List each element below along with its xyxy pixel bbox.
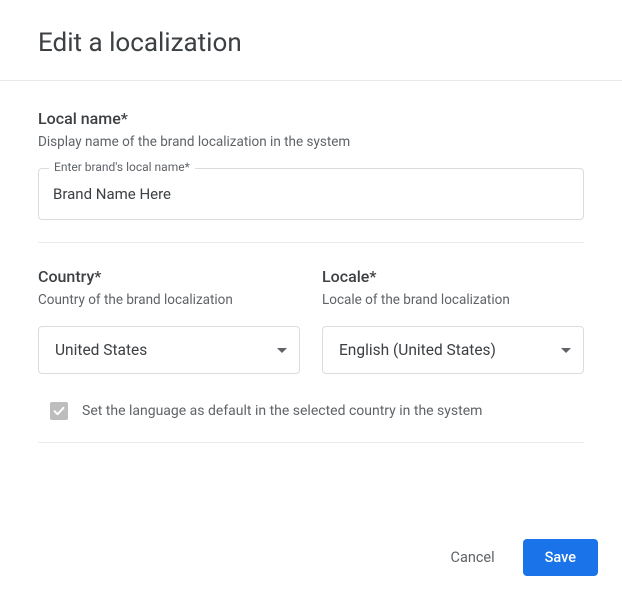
local-name-field-floating-label: Enter brand's local name*: [49, 160, 195, 174]
dialog-content: Local name* Display name of the brand lo…: [0, 81, 622, 443]
save-button[interactable]: Save: [523, 539, 598, 576]
default-language-label: Set the language as default in the selec…: [82, 403, 482, 419]
dialog-header: Edit a localization: [0, 0, 622, 81]
dialog-title: Edit a localization: [38, 28, 584, 58]
country-select[interactable]: United States: [38, 326, 300, 374]
country-column: Country* Country of the brand localizati…: [38, 267, 300, 374]
local-name-input[interactable]: [39, 169, 583, 219]
locale-select[interactable]: English (United States): [322, 326, 584, 374]
local-name-hint: Display name of the brand localization i…: [38, 134, 584, 150]
chevron-down-icon: [277, 348, 287, 353]
divider: [38, 442, 584, 443]
locale-column: Locale* Locale of the brand localization…: [322, 267, 584, 374]
locale-label: Locale*: [322, 267, 584, 286]
edit-localization-dialog: Edit a localization Local name* Display …: [0, 0, 622, 606]
country-label: Country*: [38, 267, 300, 286]
country-hint: Country of the brand localization: [38, 292, 300, 308]
locale-selected-value: English (United States): [339, 341, 496, 359]
default-language-checkbox[interactable]: [50, 402, 68, 420]
divider: [38, 242, 584, 243]
local-name-field-container: Enter brand's local name*: [38, 168, 584, 220]
default-language-row: Set the language as default in the selec…: [50, 402, 584, 420]
country-selected-value: United States: [55, 341, 147, 359]
chevron-down-icon: [561, 348, 571, 353]
local-name-label: Local name*: [38, 109, 584, 128]
country-locale-row: Country* Country of the brand localizati…: [38, 267, 584, 374]
checkmark-icon: [52, 404, 66, 418]
cancel-button[interactable]: Cancel: [439, 541, 507, 574]
dialog-footer: Cancel Save: [439, 539, 599, 576]
locale-hint: Locale of the brand localization: [322, 292, 584, 308]
